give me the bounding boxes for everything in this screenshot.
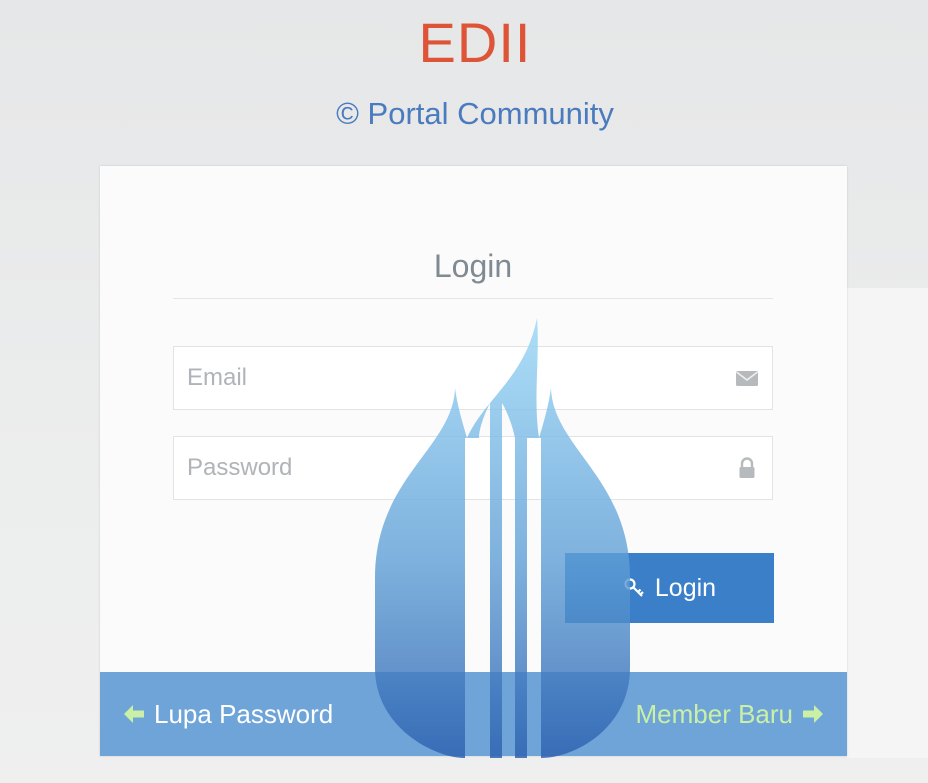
arrow-left-icon xyxy=(124,705,144,723)
new-member-link[interactable]: Member Baru xyxy=(636,672,826,756)
brand-logo-text: EDII xyxy=(418,11,532,74)
title-divider xyxy=(173,298,773,299)
card-footer: Lupa Password Member Baru xyxy=(100,672,847,756)
login-button-label: Login xyxy=(654,573,717,602)
background-panel xyxy=(847,288,928,758)
password-field xyxy=(173,436,773,500)
envelope-icon xyxy=(736,371,758,386)
login-title: Login xyxy=(433,248,513,284)
email-input[interactable] xyxy=(174,347,727,409)
login-card: Login Login xyxy=(100,166,847,756)
forgot-password-link[interactable]: Lupa Password xyxy=(122,672,333,756)
login-button[interactable]: Login xyxy=(565,553,774,623)
password-input[interactable] xyxy=(174,437,727,499)
lock-icon xyxy=(739,457,755,478)
portal-subtitle: © Portal Community xyxy=(336,96,614,131)
email-field xyxy=(173,346,773,410)
key-icon xyxy=(624,578,644,597)
arrow-right-icon xyxy=(803,705,823,723)
login-page: EDII © Portal Community Login Login xyxy=(0,0,928,783)
forgot-password-label: Lupa Password xyxy=(154,699,334,729)
new-member-label: Member Baru xyxy=(635,699,794,729)
